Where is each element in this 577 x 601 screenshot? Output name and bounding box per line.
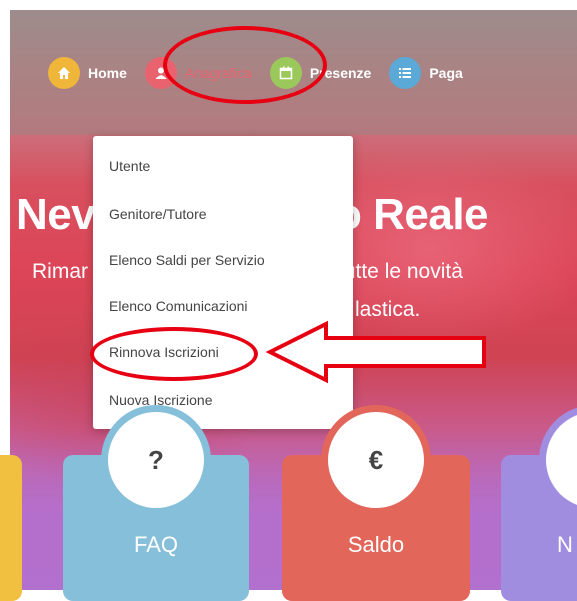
- anagrafica-dropdown-menu: Utente Genitore/Tutore Elenco Saldi per …: [93, 136, 353, 429]
- screenshot-frame: Nev o Reale Rimar tutte le novità lastic…: [0, 0, 577, 601]
- card-label-faq: FAQ: [133, 532, 178, 557]
- card-label-saldo: Saldo: [347, 532, 405, 557]
- nav-label-home: Home: [88, 65, 127, 81]
- hero-title-right: o Reale: [335, 190, 489, 239]
- card-label-partial: N: [557, 532, 573, 557]
- annotation-arrow: [266, 320, 486, 384]
- home-icon: [48, 57, 80, 89]
- hero-subtitle-right: tutte le novità: [338, 260, 463, 283]
- card-faq[interactable]: ? FAQ: [63, 405, 249, 601]
- menu-item-elenco-saldi[interactable]: Elenco Saldi per Servizio: [109, 252, 265, 268]
- hero-subtitle-left: Rimar: [32, 260, 88, 283]
- hero-title: Nev o Reale: [16, 190, 489, 240]
- euro-icon: €: [328, 412, 424, 508]
- hero-subtitle: Rimar tutte le novità: [32, 260, 463, 284]
- card-saldo[interactable]: € Saldo: [282, 405, 470, 601]
- card-icon-text: ?: [148, 444, 164, 475]
- nav-item-pagamenti[interactable]: Paga: [389, 57, 463, 89]
- card-icon-text: €: [368, 444, 384, 475]
- hero-subtitle-line2: lastica.: [355, 298, 421, 321]
- list-icon: [389, 57, 422, 89]
- highlight-ring-anagrafica: [163, 26, 327, 104]
- highlight-ring-rinnova: [90, 327, 258, 381]
- menu-item-utente[interactable]: Utente: [109, 158, 150, 174]
- nav-item-home[interactable]: Home: [48, 57, 127, 89]
- nav-label-pagamenti: Paga: [429, 65, 463, 81]
- question-icon: ?: [108, 412, 204, 508]
- menu-item-genitore-tutore[interactable]: Genitore/Tutore: [109, 206, 207, 222]
- hero-title-left: Nev: [16, 190, 96, 239]
- card-partial-left[interactable]: [0, 455, 22, 601]
- card-partial-right[interactable]: N: [501, 405, 577, 601]
- menu-item-elenco-comunicazioni[interactable]: Elenco Comunicazioni: [109, 298, 248, 314]
